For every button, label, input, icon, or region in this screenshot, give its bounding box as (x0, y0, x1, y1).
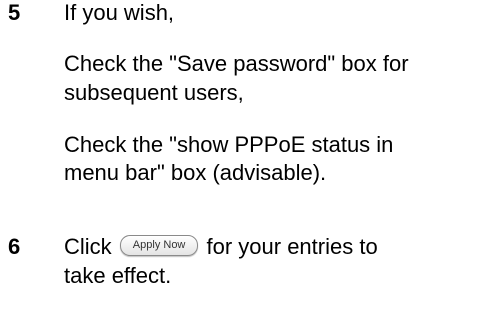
step-text-line: Check the "show PPPoE status in (64, 132, 394, 157)
step-text-line: If you wish, (64, 0, 175, 25)
step-number: 5 (8, 0, 21, 25)
after-button-text: for your entries to (206, 234, 378, 259)
step-text-line: subsequent users, (64, 80, 244, 105)
step-text-line: Check the "Save password" box for (64, 51, 409, 76)
step-number: 6 (8, 234, 21, 259)
click-label: Click (64, 234, 112, 259)
step-text-line: Click Apply Now for your entries to (64, 234, 378, 260)
step-text-line: take effect. (64, 263, 172, 288)
apply-now-button[interactable]: Apply Now (119, 234, 199, 256)
step-text-line: menu bar" box (advisable). (64, 160, 327, 185)
